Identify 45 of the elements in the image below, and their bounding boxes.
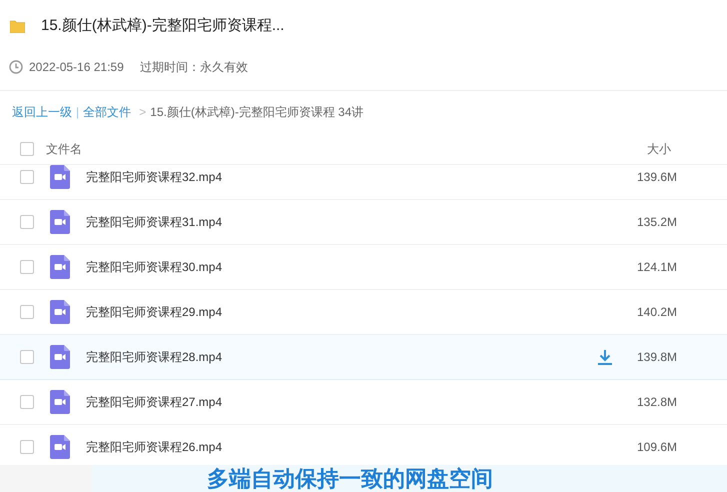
file-name[interactable]: 完整阳宅师资课程26.mp4 xyxy=(86,438,222,456)
file-size: 132.8M xyxy=(636,394,677,411)
expiry-text: 过期时间：永久有效 xyxy=(140,59,248,76)
video-file-icon xyxy=(50,165,70,189)
column-header: 文件名 xyxy=(46,140,82,158)
file-size: 139.8M xyxy=(636,349,677,366)
row-checkbox[interactable] xyxy=(20,260,34,274)
file-size: 124.1M xyxy=(636,259,677,276)
video-file-icon xyxy=(50,435,70,459)
file-size: 140.2M xyxy=(636,304,677,321)
share-title: 15.颜仕(林武樟)-完整阳宅师资课程... xyxy=(41,16,284,36)
separator: | xyxy=(76,104,80,121)
row-checkbox[interactable] xyxy=(20,350,34,364)
file-name[interactable]: 完整阳宅师资课程29.mp4 xyxy=(86,303,222,321)
file-row[interactable]: 完整阳宅师资课程32.mp4 139.6M xyxy=(0,165,727,200)
download-icon[interactable] xyxy=(596,349,613,365)
video-file-icon xyxy=(50,255,70,279)
file-name[interactable]: 完整阳宅师资课程30.mp4 xyxy=(86,258,222,276)
video-file-icon xyxy=(50,345,70,369)
file-name[interactable]: 完整阳宅师资课程27.mp4 xyxy=(86,393,222,411)
file-row[interactable]: 完整阳宅师资课程28.mp4 139.8M xyxy=(0,335,727,380)
back-link[interactable]: 返回上一级 xyxy=(12,103,72,121)
clock-icon xyxy=(9,60,23,74)
row-checkbox[interactable] xyxy=(20,215,34,229)
column-header: 大小 xyxy=(647,140,671,158)
banner-text: 多端自动保持一致的网盘空间 xyxy=(207,465,493,492)
current-folder: 15.颜仕(林武樟)-完整阳宅师资课程 34讲 xyxy=(150,104,364,121)
file-size: 109.6M xyxy=(636,439,677,456)
folder-icon xyxy=(10,20,25,32)
select-all-checkbox[interactable] xyxy=(20,142,34,156)
video-file-icon xyxy=(50,390,70,414)
file-name[interactable]: 完整阳宅师资课程28.mp4 xyxy=(86,348,222,366)
video-file-icon xyxy=(50,300,70,324)
file-size: 135.2M xyxy=(636,214,677,231)
row-checkbox[interactable] xyxy=(20,170,34,184)
row-checkbox[interactable] xyxy=(20,395,34,409)
file-name[interactable]: 完整阳宅师资课程31.mp4 xyxy=(86,213,222,231)
breadcrumb-arrow: > xyxy=(139,104,146,121)
row-checkbox[interactable] xyxy=(20,440,34,454)
row-checkbox[interactable] xyxy=(20,305,34,319)
file-size: 139.6M xyxy=(636,169,677,186)
all-files-link[interactable]: 全部文件 xyxy=(83,103,132,121)
video-file-icon xyxy=(50,210,70,234)
share-time: 2022-05-16 21:59 xyxy=(29,59,124,76)
file-name[interactable]: 完整阳宅师资课程32.mp4 xyxy=(86,168,222,186)
